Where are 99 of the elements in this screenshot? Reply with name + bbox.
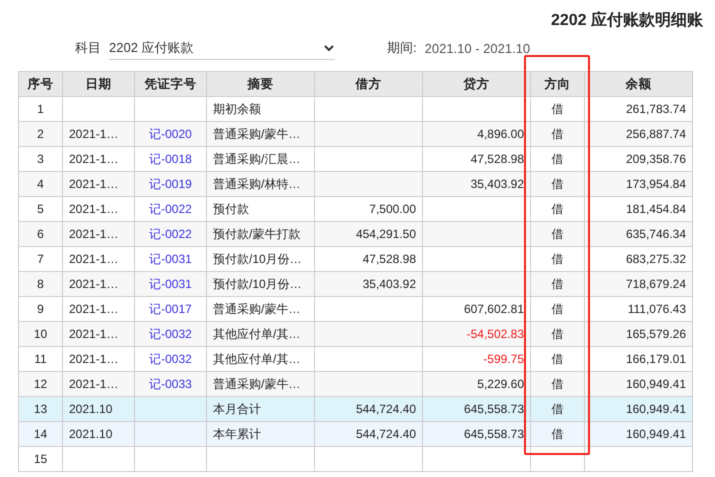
direction-text: 借 xyxy=(552,176,564,190)
column-header: 余额 xyxy=(584,72,692,96)
direction-text: 借 xyxy=(552,226,564,240)
column-header: 借方 xyxy=(314,72,422,96)
debit-amount: 544,724.40 xyxy=(356,427,416,441)
balance-amount: 166,179.01 xyxy=(626,352,686,366)
balance-amount: 256,887.74 xyxy=(626,127,686,141)
direction-text: 借 xyxy=(552,126,564,140)
row-number: 2 xyxy=(37,127,44,141)
summary-text: 普通采购/林特… xyxy=(213,176,300,190)
row-number: 14 xyxy=(34,427,48,441)
direction-text: 借 xyxy=(552,276,564,290)
subject-select[interactable]: 2202 应付账款 xyxy=(109,36,335,60)
summary-text: 普通采购/蒙牛… xyxy=(213,376,300,390)
summary-text: 普通采购/蒙牛… xyxy=(213,126,300,140)
summary-text: 期初余额 xyxy=(213,102,261,116)
balance-amount: 160,949.41 xyxy=(626,377,686,391)
date-text: 2021-1… xyxy=(69,202,118,216)
balance-amount: 160,949.41 xyxy=(626,427,686,441)
date-text: 2021-1… xyxy=(69,252,118,266)
debit-amount: 47,528.98 xyxy=(362,252,416,266)
row-number: 11 xyxy=(34,352,47,366)
row-number: 6 xyxy=(37,227,44,241)
date-text: 2021-1… xyxy=(69,327,118,341)
summary-text: 普通采购/汇晨… xyxy=(213,152,300,166)
column-header: 日期 xyxy=(62,72,134,96)
date-text: 2021-1… xyxy=(69,227,118,241)
summary-text: 预付款/10月份… xyxy=(213,276,302,290)
direction-text: 借 xyxy=(552,352,564,366)
balance-amount: 111,076.43 xyxy=(628,302,686,316)
summary-text: 预付款 xyxy=(213,202,249,216)
chevron-down-icon xyxy=(323,44,335,52)
summary-text: 本年累计 xyxy=(213,426,261,440)
balance-amount: 718,679.24 xyxy=(626,277,686,291)
subject-label: 科目 xyxy=(75,39,101,57)
column-header: 凭证字号 xyxy=(134,72,206,96)
direction-text: 借 xyxy=(552,202,564,216)
date-text: 2021-1… xyxy=(69,177,118,191)
summary-text: 预付款/10月份… xyxy=(213,252,302,266)
row-number: 10 xyxy=(34,327,48,341)
credit-amount: 35,403.92 xyxy=(470,177,524,191)
direction-text: 借 xyxy=(552,376,564,390)
period-label: 期间: xyxy=(387,39,417,57)
direction-text: 借 xyxy=(552,426,564,440)
summary-text: 普通采购/蒙牛… xyxy=(213,302,300,316)
date-text: 2021-1… xyxy=(69,377,118,391)
credit-amount: -54,502.83 xyxy=(466,327,524,341)
credit-amount: 607,602.81 xyxy=(464,302,524,316)
balance-amount: 635,746.34 xyxy=(626,227,686,241)
date-text: 2021-1… xyxy=(69,302,118,316)
credit-amount: 645,558.73 xyxy=(464,427,524,441)
date-text: 2021.10 xyxy=(69,402,112,416)
credit-amount: 645,558.73 xyxy=(464,402,524,416)
column-header: 贷方 xyxy=(422,72,530,96)
debit-amount: 7,500.00 xyxy=(369,202,416,216)
credit-amount: 4,896.00 xyxy=(477,127,524,141)
balance-amount: 181,454.84 xyxy=(626,202,686,216)
page-title: 2202 应付账款明细账 xyxy=(550,10,703,30)
period-value: 2021.10 - 2021.10 xyxy=(424,40,530,56)
balance-amount: 160,949.41 xyxy=(626,402,686,416)
row-number: 3 xyxy=(37,152,44,166)
row-number: 4 xyxy=(37,177,44,191)
row-number: 5 xyxy=(37,202,44,216)
summary-text: 其他应付单/其… xyxy=(213,352,300,366)
row-number: 15 xyxy=(34,452,48,466)
summary-text: 本月合计 xyxy=(213,402,261,416)
column-header: 序号 xyxy=(18,72,62,96)
date-text: 2021.10 xyxy=(69,427,112,441)
balance-amount: 261,783.74 xyxy=(626,102,686,116)
direction-text: 借 xyxy=(552,302,564,316)
direction-text: 借 xyxy=(552,102,564,116)
balance-amount: 209,358.76 xyxy=(626,152,686,166)
row-number: 1 xyxy=(37,102,44,116)
credit-amount: 5,229.60 xyxy=(477,377,524,391)
summary-text: 其他应付单/其… xyxy=(213,326,300,340)
direction-text: 借 xyxy=(552,252,564,266)
column-header: 摘要 xyxy=(206,72,314,96)
row-number: 12 xyxy=(34,377,48,391)
balance-amount: 165,579.26 xyxy=(626,327,686,341)
credit-amount: -599.75 xyxy=(483,352,524,366)
row-number: 7 xyxy=(37,252,44,266)
debit-amount: 544,724.40 xyxy=(356,402,416,416)
date-text: 2021-1… xyxy=(69,277,118,291)
column-header: 方向 xyxy=(530,72,584,96)
row-number: 9 xyxy=(37,302,44,316)
debit-amount: 35,403.92 xyxy=(362,277,416,291)
credit-amount: 47,528.98 xyxy=(470,152,524,166)
direction-text: 借 xyxy=(552,402,564,416)
date-text: 2021-1… xyxy=(69,352,118,366)
summary-text: 预付款/蒙牛打款 xyxy=(213,226,300,240)
date-text: 2021-1… xyxy=(69,152,118,166)
row-number: 13 xyxy=(34,402,48,416)
balance-amount: 173,954.84 xyxy=(626,177,686,191)
direction-text: 借 xyxy=(552,326,564,340)
row-number: 8 xyxy=(37,277,44,291)
debit-amount: 454,291.50 xyxy=(356,227,416,241)
date-text: 2021-1… xyxy=(69,127,118,141)
balance-amount: 683,275.32 xyxy=(626,252,686,266)
direction-text: 借 xyxy=(552,152,564,166)
